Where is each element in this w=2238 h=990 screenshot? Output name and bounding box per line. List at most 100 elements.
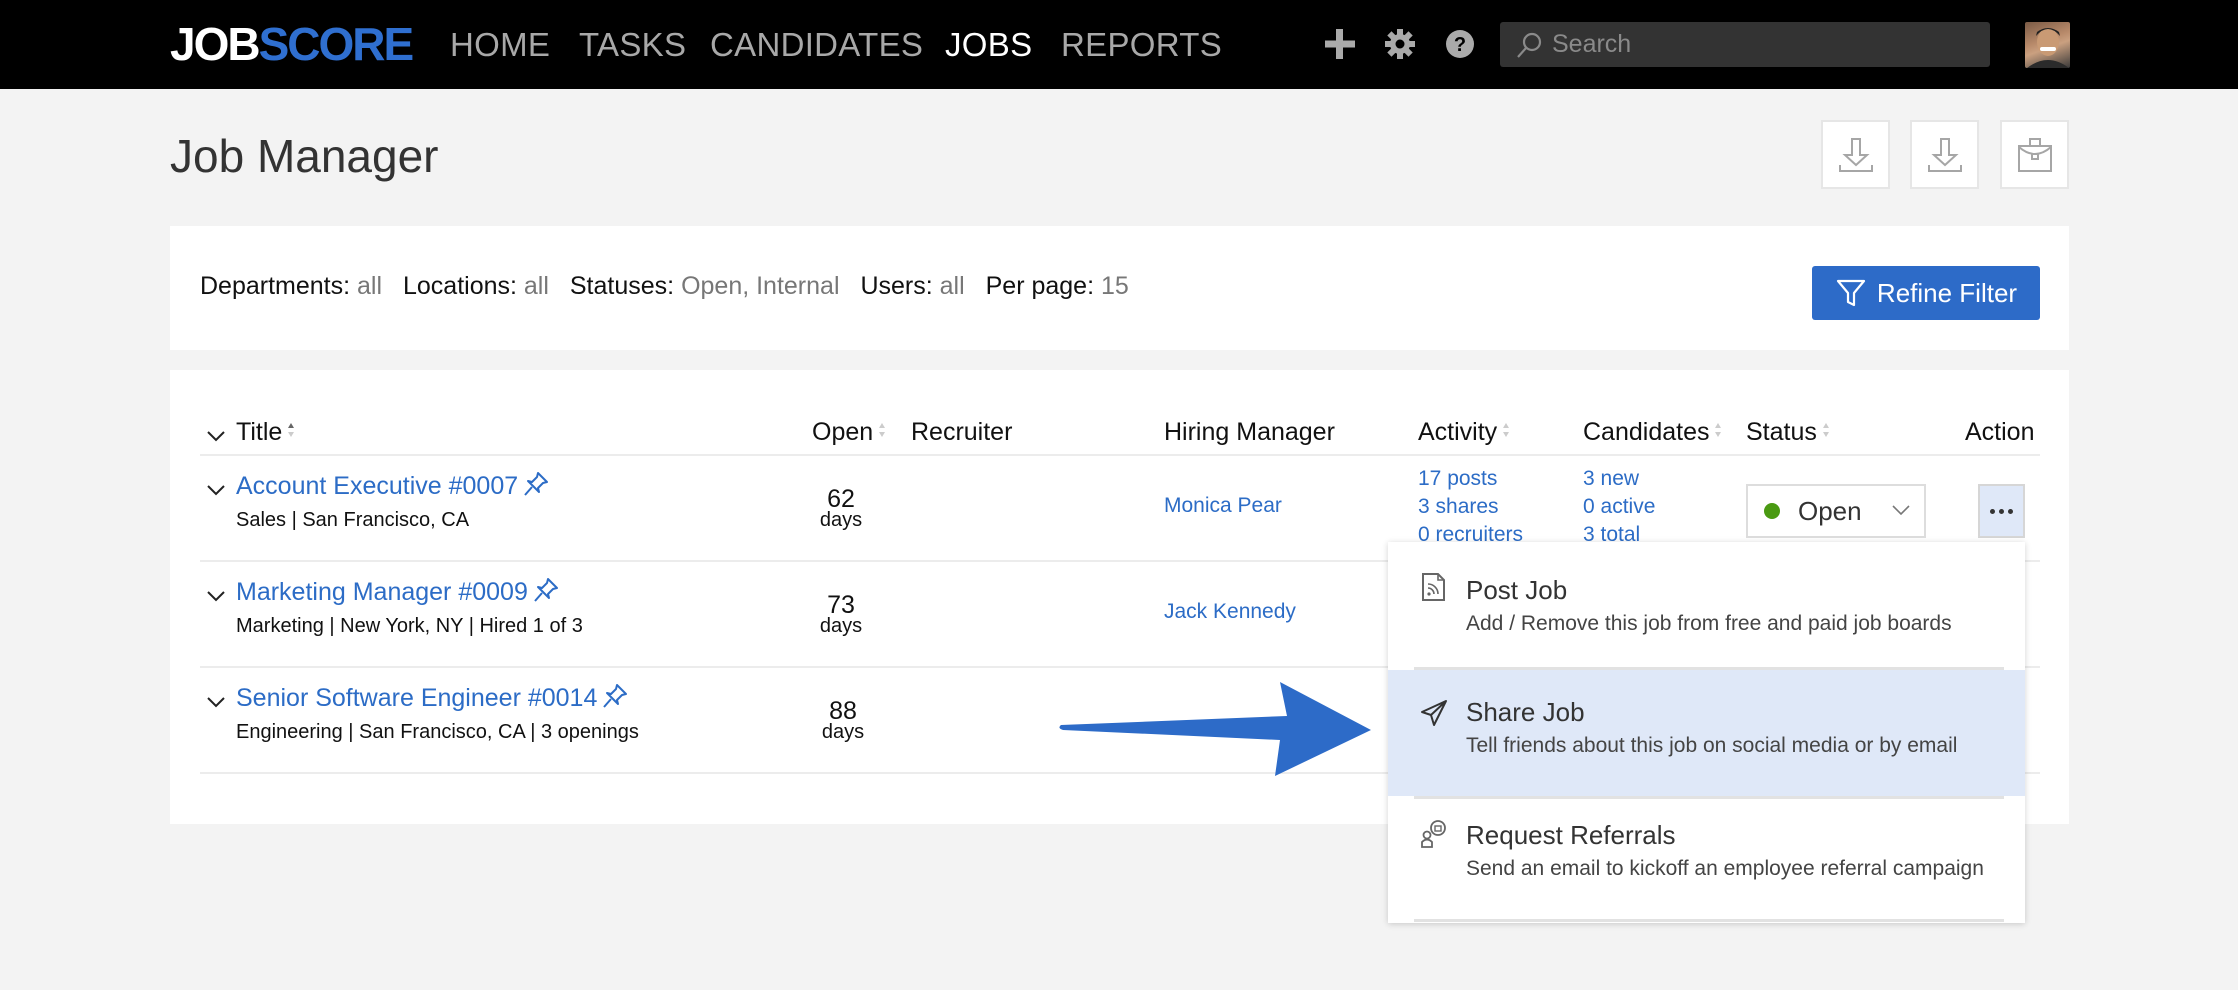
row-actions-button[interactable] xyxy=(1978,484,2025,538)
filter-card: Departments: all Locations: all Statuses… xyxy=(170,226,2069,350)
expand-row-chevron-icon[interactable] xyxy=(206,695,226,709)
hiring-manager-link[interactable]: Jack Kennedy xyxy=(1164,598,1296,626)
new-job-button[interactable] xyxy=(2000,120,2069,189)
open-days-unit: days xyxy=(819,615,863,637)
top-nav: JOBSCORE HOME TASKS CANDIDATES JOBS REPO… xyxy=(0,0,2238,89)
open-days-unit: days xyxy=(821,721,865,743)
candidates-active-link[interactable]: 0 active xyxy=(1583,493,1655,521)
header-action: Action xyxy=(1965,418,2035,446)
header-candidates-label: Candidates xyxy=(1583,418,1710,446)
nav-jobs[interactable]: JOBS xyxy=(945,24,1032,66)
status-open-dot-icon xyxy=(1764,503,1780,519)
referral-icon xyxy=(1421,820,1446,848)
job-title-link[interactable]: Senior Software Engineer #0014 xyxy=(236,682,629,714)
menu-item-label: Share Job xyxy=(1466,697,1585,727)
sort-icon xyxy=(288,423,295,437)
nav-candidates[interactable]: CANDIDATES xyxy=(710,24,923,66)
pin-icon[interactable] xyxy=(532,576,560,604)
filter-departments-label: Departments: xyxy=(200,272,351,300)
filter-per-page-value: 15 xyxy=(1100,272,1129,300)
header-status-label: Status xyxy=(1746,418,1817,446)
menu-item-description: Add / Remove this job from free and paid… xyxy=(1466,612,1952,635)
job-title-link[interactable]: Marketing Manager #0009 xyxy=(236,576,560,608)
expand-row-chevron-icon[interactable] xyxy=(206,589,226,603)
header-recruiter: Recruiter xyxy=(911,418,1013,446)
sort-icon xyxy=(1503,423,1510,437)
row-actions-menu: Post Job Add / Remove this job from free… xyxy=(1388,542,2025,923)
header-open[interactable]: Open xyxy=(812,416,886,448)
plus-icon[interactable] xyxy=(1322,26,1358,62)
job-subtitle: Marketing | New York, NY | Hired 1 of 3 xyxy=(236,615,583,637)
menu-item-description: Tell friends about this job on social me… xyxy=(1466,734,1958,757)
header-activity[interactable]: Activity xyxy=(1418,416,1510,448)
filter-locations-label: Locations: xyxy=(402,272,517,300)
sort-icon xyxy=(879,423,886,437)
user-avatar[interactable] xyxy=(2025,22,2070,68)
more-dot-icon xyxy=(2008,508,2013,514)
open-days-value: 62 xyxy=(827,485,855,513)
nav-reports[interactable]: REPORTS xyxy=(1061,24,1222,66)
help-icon[interactable]: ? xyxy=(1442,26,1478,62)
refine-filter-button[interactable]: Refine Filter xyxy=(1812,266,2040,320)
candidates-new-link[interactable]: 3 new xyxy=(1583,465,1655,493)
refine-filter-label: Refine Filter xyxy=(1876,277,2018,308)
nav-home[interactable]: HOME xyxy=(450,24,550,66)
header-status[interactable]: Status xyxy=(1746,416,1830,448)
open-days: 62 days xyxy=(811,485,871,531)
search-box[interactable] xyxy=(1500,22,1990,67)
logo-job-text: JOB xyxy=(170,18,261,70)
job-title-link[interactable]: Account Executive #0007 xyxy=(236,470,550,502)
header-title-label: Title xyxy=(236,418,283,446)
gear-icon[interactable] xyxy=(1382,26,1418,62)
open-days-unit: days xyxy=(819,509,863,531)
header-title[interactable]: Title xyxy=(236,416,295,448)
header-hiring-manager: Hiring Manager xyxy=(1164,418,1335,446)
pin-icon[interactable] xyxy=(601,682,629,710)
hiring-manager-link[interactable]: Monica Pear xyxy=(1164,492,1282,520)
collapse-all-chevron-icon[interactable] xyxy=(206,429,226,443)
download-icon xyxy=(1927,137,1962,172)
expand-row-chevron-icon[interactable] xyxy=(206,483,226,497)
jobscore-logo[interactable]: JOBSCORE xyxy=(170,18,415,70)
export-button-2[interactable] xyxy=(1910,120,1979,189)
more-dot-icon xyxy=(1990,508,1995,514)
filter-summary: Departments: all Locations: all Statuses… xyxy=(200,270,1143,302)
search-input[interactable] xyxy=(1552,30,1972,59)
pin-icon[interactable] xyxy=(522,470,550,498)
page-title: Job Manager xyxy=(170,130,439,182)
header-candidates[interactable]: Candidates xyxy=(1583,416,1722,448)
status-select[interactable]: Open xyxy=(1746,484,1926,538)
menu-item-post-job[interactable]: Post Job Add / Remove this job from free… xyxy=(1388,542,2025,668)
download-icon xyxy=(1838,137,1873,172)
nav-tasks[interactable]: TASKS xyxy=(579,24,686,66)
menu-item-request-referrals[interactable]: Request Referrals Send an email to kicko… xyxy=(1388,799,2025,923)
filter-statuses-value: Open, Internal xyxy=(681,272,840,300)
menu-item-share-job[interactable]: Share Job Tell friends about this job on… xyxy=(1388,670,2025,796)
sort-icon xyxy=(1715,423,1722,437)
activity-posts-link[interactable]: 17 posts xyxy=(1418,465,1523,493)
open-days: 73 days xyxy=(811,593,871,637)
filter-departments-value: all xyxy=(357,272,383,300)
rss-document-icon xyxy=(1422,573,1445,601)
menu-item-label: Request Referrals xyxy=(1466,820,1676,850)
header-activity-label: Activity xyxy=(1418,418,1498,446)
logo-score-text: SCORE xyxy=(258,18,415,70)
status-select-value: Open xyxy=(1798,495,1862,526)
chevron-down-icon xyxy=(1892,505,1910,516)
header-divider xyxy=(200,454,2040,456)
job-subtitle: Engineering | San Francisco, CA | 3 open… xyxy=(236,721,639,743)
export-button-1[interactable] xyxy=(1821,120,1890,189)
filter-per-page-label: Per page: xyxy=(985,272,1095,300)
menu-item-description: Send an email to kickoff an employee ref… xyxy=(1466,857,1984,880)
sort-icon xyxy=(1822,423,1829,437)
header-open-label: Open xyxy=(812,418,874,446)
svg-text:?: ? xyxy=(1454,34,1466,56)
menu-item-label: Post Job xyxy=(1466,575,1568,605)
open-days-value: 88 xyxy=(829,697,857,725)
briefcase-icon xyxy=(2017,137,2052,172)
candidate-stats: 3 new 0 active 3 total xyxy=(1583,465,1655,549)
filter-users-value: all xyxy=(939,272,965,300)
activity-shares-link[interactable]: 3 shares xyxy=(1418,493,1523,521)
job-title-text: Senior Software Engineer #0014 xyxy=(236,684,598,712)
activity-stats: 17 posts 3 shares 0 recruiters xyxy=(1418,465,1523,549)
